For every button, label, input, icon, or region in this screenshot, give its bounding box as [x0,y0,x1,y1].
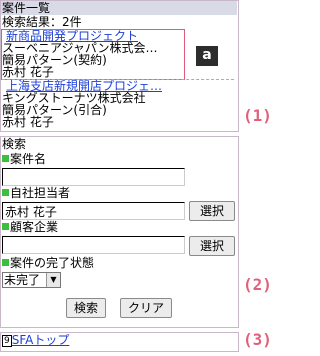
status-select[interactable]: 未完了 ▼ [2,272,61,288]
clear-button[interactable]: クリア [120,298,172,318]
search-title: 検索 [2,137,27,151]
owner-select-button[interactable]: 選択 [189,201,235,221]
result-owner: 赤村 花子 [2,115,54,129]
accesskey-number: 9 [2,335,12,347]
footer-link-row: 9 SFAトップ [2,334,69,347]
customer-select-button[interactable]: 選択 [189,236,235,256]
marker-icon [2,189,9,196]
customer-input[interactable] [2,236,185,254]
result-owner: 赤村 花子 [2,65,54,79]
field-label-name: 案件名 [2,153,46,166]
page-title: 案件一覧 [1,1,237,15]
status-selected-value: 未完了 [4,273,41,287]
callout-label: (1) [243,106,272,125]
marker-icon [2,259,9,266]
field-label-owner: 自社担当者 [2,187,70,200]
result-count: 検索結果：2件 [2,15,82,29]
field-label-customer: 顧客企業 [2,221,58,234]
sfa-top-link[interactable]: SFAトップ [12,333,70,347]
search-button[interactable]: 検索 [66,298,106,318]
callout-label: (2) [243,275,272,294]
marker-icon [2,155,9,162]
owner-input[interactable] [2,202,185,220]
marker-icon [2,223,9,230]
chevron-down-icon[interactable]: ▼ [46,273,60,287]
field-label-status: 案件の完了状態 [2,257,94,270]
callout-label: (3) [243,330,272,349]
annotation-badge: a [196,46,218,66]
name-input[interactable] [2,168,185,186]
